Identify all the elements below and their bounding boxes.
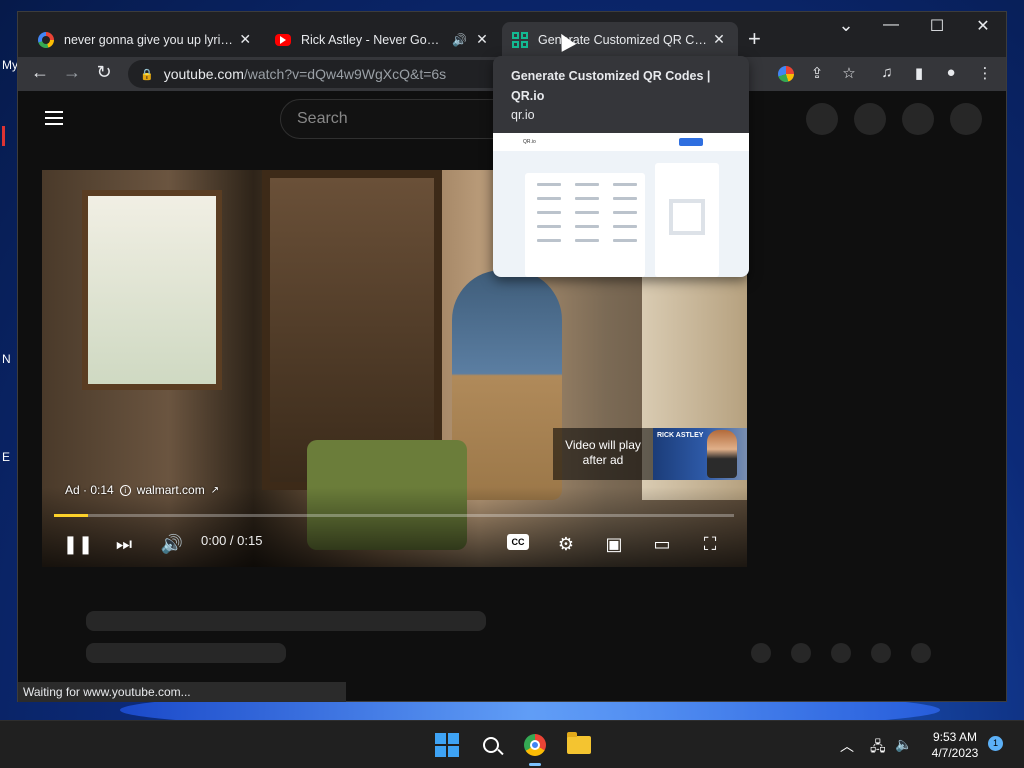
desktop-label-n[interactable]: N (2, 352, 11, 366)
progress-fill (54, 514, 88, 517)
speaker-icon[interactable]: 🔊 (452, 33, 467, 47)
upcoming-video-thumbnail[interactable]: RICK ASTLEY (653, 428, 747, 480)
ad-info: Ad · 0:14 i walmart.com ↗ (65, 483, 219, 497)
reload-button[interactable]: ↻ (92, 62, 116, 83)
url-path: /watch?v=dQw4w9WgXcQ&t=6s (243, 66, 447, 82)
thumbnail-text: RICK ASTLEY (657, 432, 704, 439)
info-icon[interactable]: i (119, 484, 131, 496)
clock-date: 4/7/2023 (931, 746, 979, 760)
tab-qr-codes[interactable]: Generate Customized QR Codes ✕ (502, 22, 738, 57)
preview-brand: QR.io (523, 139, 536, 145)
bookmark-star-icon[interactable]: ☆ (838, 64, 860, 82)
theater-mode-icon[interactable]: ▭ (650, 532, 674, 556)
hamburger-menu-icon[interactable] (45, 111, 63, 125)
action-skeleton (791, 643, 811, 663)
settings-gear-icon[interactable]: ⚙ (554, 532, 578, 556)
hover-card-preview: QR.io (493, 133, 749, 277)
notification-badge[interactable]: 1 (988, 736, 1003, 751)
placeholder-avatar (950, 103, 982, 135)
tab-title: Rick Astley - Never Gonna G (301, 32, 446, 47)
volume-icon[interactable]: 🔊 (160, 532, 184, 556)
subtitles-icon[interactable]: CC (507, 534, 529, 550)
preview-signup-button (679, 138, 703, 146)
desktop-icon-partial[interactable] (2, 126, 16, 146)
video-will-play-preview[interactable]: Video will play after ad RICK ASTLEY (553, 428, 747, 480)
start-button[interactable] (431, 729, 463, 761)
pause-icon[interactable]: ❚❚ (63, 532, 93, 556)
share-icon[interactable]: ⇪ (806, 64, 828, 82)
tab-search-icon[interactable]: ⌄ (823, 15, 869, 36)
preview-qr-code (669, 199, 705, 235)
hover-card-title: Generate Customized QR Codes | QR.io (511, 69, 711, 103)
forward-button[interactable]: → (60, 62, 84, 83)
subtitle-skeleton (86, 643, 286, 663)
tab-google-lyrics[interactable]: never gonna give you up lyrics - ✕ (28, 22, 264, 57)
search-icon (483, 737, 499, 753)
player-controls: ❚❚ ⏭ 🔊 0:00 / 0:15 CC ⚙ ▣ ▭ ⛶ (42, 520, 747, 566)
skip-next-icon[interactable]: ⏭ (112, 532, 136, 556)
tab-youtube-rick[interactable]: Rick Astley - Never Gonna G 🔊 ✕ (265, 22, 501, 57)
hover-card-domain: qr.io (511, 108, 535, 122)
windows-logo-icon (435, 733, 459, 757)
close-tab-icon[interactable]: ✕ (710, 31, 728, 48)
new-tab-button[interactable]: + (748, 26, 761, 52)
preview-type-grid (525, 173, 645, 277)
thumbnail-figure (707, 430, 737, 478)
action-skeleton (911, 643, 931, 663)
folder-icon (567, 732, 591, 754)
placeholder-avatar (854, 103, 886, 135)
search-button[interactable] (475, 729, 507, 761)
video-will-play-text: Video will play after ad (565, 438, 641, 467)
tab-hover-card: Generate Customized QR Codes | QR.io qr.… (493, 56, 749, 277)
active-app-indicator (529, 763, 541, 766)
youtube-icon (275, 33, 291, 46)
desktop-label-e[interactable]: E (2, 450, 10, 464)
close-window-button[interactable]: ✕ (960, 16, 1006, 36)
chrome-taskbar-button[interactable] (519, 729, 551, 761)
video-frame-window (82, 190, 222, 390)
placeholder-avatar (902, 103, 934, 135)
chrome-icon (524, 734, 546, 756)
media-queue-icon[interactable]: ♫ (876, 64, 898, 81)
video-frame-person (452, 270, 562, 500)
address-bar[interactable]: 🔒 youtube.com /watch?v=dQw4w9WgXcQ&t=6s (128, 60, 528, 88)
volume-icon[interactable]: 🔈 (895, 736, 912, 753)
url-host: youtube.com (163, 66, 244, 82)
advertiser-link[interactable]: walmart.com (137, 483, 205, 497)
desktop-label-my[interactable]: My (2, 58, 18, 72)
clock-time: 9:53 AM (932, 730, 978, 744)
close-tab-icon[interactable]: ✕ (236, 31, 254, 48)
title-skeleton (86, 611, 486, 631)
status-bubble: Waiting for www.youtube.com... (18, 682, 346, 702)
profile-icon[interactable]: ● (940, 64, 962, 81)
qr-icon (512, 31, 528, 48)
network-icon[interactable]: 🖧 (870, 736, 886, 760)
google-icon (38, 31, 54, 48)
action-skeleton (871, 643, 891, 663)
ad-label: Ad · 0:14 (65, 483, 114, 497)
progress-bar[interactable] (54, 514, 734, 517)
fullscreen-icon[interactable]: ⛶ (698, 532, 722, 556)
close-tab-icon[interactable]: ✕ (473, 31, 491, 48)
action-skeleton (831, 643, 851, 663)
chevron-up-icon[interactable]: ︿ (840, 736, 854, 756)
external-link-icon[interactable]: ↗ (211, 485, 219, 496)
system-clock[interactable]: 9:53 AM 4/7/2023 (920, 729, 990, 761)
placeholder-avatar (806, 103, 838, 135)
preview-header: QR.io (493, 133, 749, 151)
minimize-button[interactable]: — (868, 16, 914, 34)
file-explorer-button[interactable] (563, 729, 595, 761)
tab-strip: never gonna give you up lyrics - ✕ Rick … (18, 12, 1006, 57)
lock-icon[interactable]: 🔒 (140, 68, 154, 81)
tab-title: never gonna give you up lyrics - (64, 32, 237, 47)
back-button[interactable]: ← (28, 62, 52, 83)
menu-kebab-icon[interactable]: ⋮ (974, 64, 996, 82)
maximize-button[interactable]: ☐ (914, 16, 960, 36)
action-skeleton (751, 643, 771, 663)
time-display: 0:00 / 0:15 (201, 533, 263, 548)
miniplayer-icon[interactable]: ▣ (602, 532, 626, 556)
side-panel-icon[interactable]: ▮ (908, 64, 930, 82)
google-lens-icon[interactable] (778, 66, 794, 82)
windows-taskbar: ︿ 🖧 🔈 9:53 AM 4/7/2023 (0, 720, 1024, 768)
